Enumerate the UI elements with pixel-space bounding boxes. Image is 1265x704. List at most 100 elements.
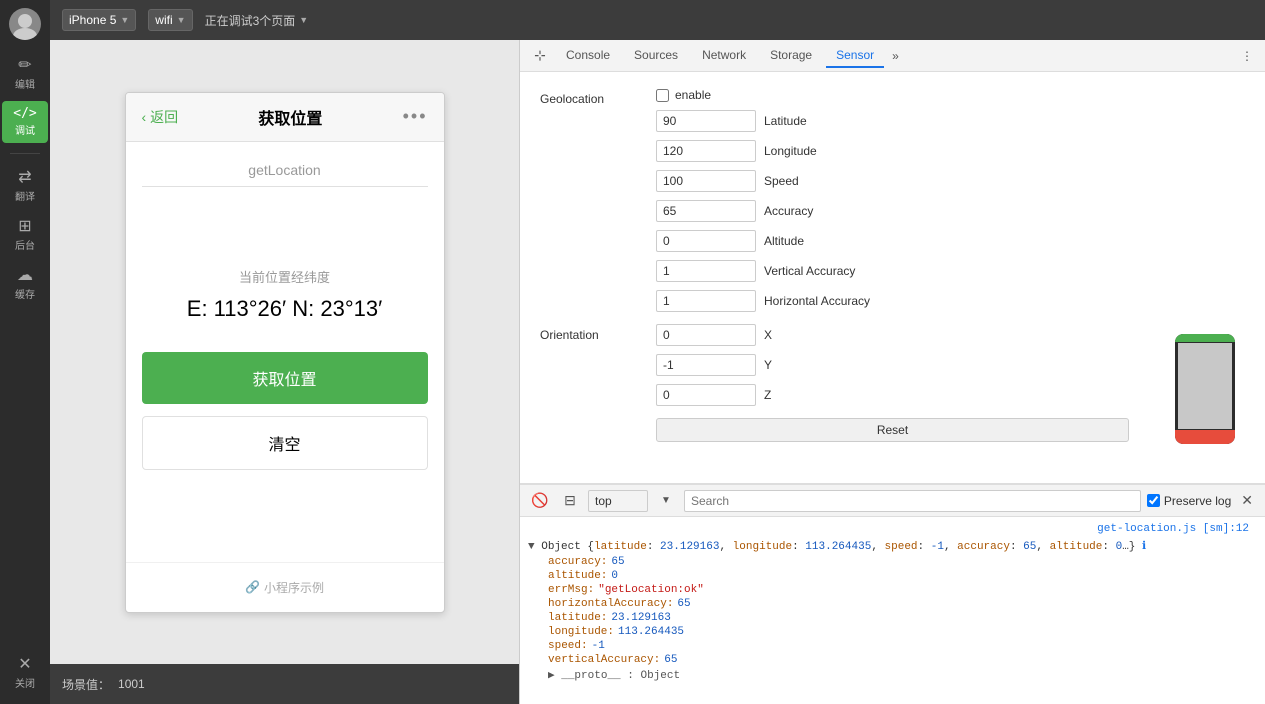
network-select[interactable]: wifi ▼	[148, 9, 192, 31]
console-clear-icon-button[interactable]: 🚫	[528, 489, 552, 513]
bottom-bar: 场景值： 1001	[50, 664, 519, 704]
longitude-input[interactable]	[656, 140, 756, 162]
y-input[interactable]	[656, 354, 756, 376]
accuracy-input[interactable]	[656, 200, 756, 222]
horizontal-accuracy-input[interactable]	[656, 290, 756, 312]
more-tabs-icon[interactable]: »	[888, 49, 903, 63]
devtools-settings-icon[interactable]: ⋮	[1237, 49, 1257, 63]
console-field-altitude: altitude: 0	[528, 569, 1257, 583]
preserve-log-checkbox[interactable]	[1147, 494, 1160, 507]
content-area: ‹ 返回 获取位置 ••• getLocation 当前位置经纬度 E: 113…	[50, 40, 1265, 704]
orientation-fields: X Y Z Reset	[656, 324, 1129, 442]
console-proto-row[interactable]: ▶ __proto__ : Object	[528, 667, 1257, 683]
object-expand-icon[interactable]: ▼	[528, 541, 535, 553]
reset-button[interactable]: Reset	[656, 418, 1129, 442]
latitude-row: Latitude	[656, 110, 1245, 132]
coords-label: 当前位置经纬度	[142, 267, 428, 286]
console-field-verticalAccuracy: verticalAccuracy: 65	[528, 653, 1257, 667]
z-row: Z	[656, 384, 1129, 406]
accuracy-unit: Accuracy	[764, 204, 813, 218]
device-select[interactable]: iPhone 5 ▼	[62, 9, 136, 31]
clear-button[interactable]: 清空	[142, 416, 428, 470]
phone-title: 获取位置	[258, 105, 322, 129]
phone-container: ‹ 返回 获取位置 ••• getLocation 当前位置经纬度 E: 113…	[50, 40, 519, 664]
orientation-label: Orientation	[540, 324, 640, 342]
topbar: iPhone 5 ▼ wifi ▼ 正在调试3个页面 ▼	[50, 0, 1265, 40]
phone-footer: 🔗 小程序示例	[126, 562, 444, 612]
console-close-button[interactable]: ✕	[1237, 492, 1257, 509]
sidebar-item-debug[interactable]: </> 调试	[2, 101, 48, 143]
tab-console[interactable]: Console	[556, 44, 620, 68]
phone-3d-top	[1175, 334, 1235, 342]
link-icon: 🔗	[245, 580, 260, 594]
sidebar-item-edit-label: 编辑	[15, 76, 35, 91]
enable-checkbox[interactable]	[656, 89, 669, 102]
speed-unit: Speed	[764, 174, 799, 188]
device-label: iPhone 5	[69, 13, 116, 27]
sidebar-item-translate-label: 翻译	[15, 188, 35, 203]
proto-value: : Object	[627, 670, 680, 682]
z-input[interactable]	[656, 384, 756, 406]
vertical-accuracy-input[interactable]	[656, 260, 756, 282]
sidebar-item-translate[interactable]: ⇄ 翻译	[2, 164, 48, 209]
phone-3d-model	[1175, 334, 1235, 444]
tab-sources[interactable]: Sources	[624, 44, 688, 68]
console-field-longitude: longitude: 113.264435	[528, 625, 1257, 639]
edit-icon: ✏	[18, 58, 31, 74]
geolocation-section: Geolocation enable Latitude Longitude	[540, 88, 1245, 312]
sidebar-item-edit[interactable]: ✏ 编辑	[2, 52, 48, 97]
phone-more-button[interactable]: •••	[403, 106, 428, 127]
tab-network[interactable]: Network	[692, 44, 756, 68]
console-topbar: 🚫 ⊟ top ▼ Preserve log ✕	[520, 485, 1265, 517]
proto-expand-icon: ▶	[548, 670, 555, 682]
sidebar-item-close[interactable]: ✕ 关闭	[2, 651, 48, 696]
inspect-icon-button[interactable]: ⊹	[528, 44, 552, 68]
phone-3d-bottom	[1175, 430, 1235, 444]
enable-checkbox-row: enable	[656, 88, 1245, 102]
console-search-input[interactable]	[684, 490, 1141, 512]
file-reference[interactable]: get-location.js [sm]:12	[528, 521, 1257, 537]
altitude-input[interactable]	[656, 230, 756, 252]
sidebar-item-backend[interactable]: ⊞ 后台	[2, 213, 48, 258]
phone-area: ‹ 返回 获取位置 ••• getLocation 当前位置经纬度 E: 113…	[50, 40, 520, 704]
x-unit: X	[764, 328, 772, 342]
vertical-accuracy-unit: Vertical Accuracy	[764, 264, 855, 278]
sidebar-item-close-label: 关闭	[15, 675, 35, 690]
coords-display: E: 113°26′ N: 23°13′	[142, 296, 428, 322]
top-filter-arrow[interactable]: ▼	[654, 489, 678, 513]
debug-status-label: 正在调试3个页面	[205, 12, 296, 29]
y-unit: Y	[764, 358, 772, 372]
cache-icon: ☁	[17, 268, 33, 284]
orientation-section: Orientation X Y Z	[540, 324, 1245, 454]
sidebar-item-cache-label: 缓存	[15, 286, 35, 301]
console-filter-icon-button[interactable]: ⊟	[558, 489, 582, 513]
speed-input[interactable]	[656, 170, 756, 192]
mini-program-example-link[interactable]: 🔗 小程序示例	[142, 579, 428, 596]
x-input[interactable]	[656, 324, 756, 346]
get-location-button[interactable]: 获取位置	[142, 352, 428, 404]
enable-label: enable	[675, 88, 711, 102]
latitude-unit: Latitude	[764, 114, 807, 128]
debug-status: 正在调试3个页面 ▼	[205, 12, 309, 29]
x-row: X	[656, 324, 1129, 346]
network-label: wifi	[155, 13, 172, 27]
altitude-unit: Altitude	[764, 234, 804, 248]
tab-sensor[interactable]: Sensor	[826, 44, 884, 68]
close-sidebar-icon: ✕	[18, 657, 31, 673]
accuracy-row: Accuracy	[656, 200, 1245, 222]
backend-icon: ⊞	[18, 219, 31, 235]
phone-back-label: 返回	[150, 107, 178, 127]
proto-label: __proto__	[561, 670, 620, 682]
console-field-latitude: latitude: 23.129163	[528, 611, 1257, 625]
console-info-icon: ℹ	[1142, 541, 1146, 553]
status-arrow-icon: ▼	[299, 15, 308, 25]
phone-3d-screen	[1178, 343, 1232, 429]
geolocation-label: Geolocation	[540, 88, 640, 312]
console-field-horizontalAccuracy: horizontalAccuracy: 65	[528, 597, 1257, 611]
network-arrow-icon: ▼	[177, 15, 186, 25]
tab-storage[interactable]: Storage	[760, 44, 822, 68]
latitude-input[interactable]	[656, 110, 756, 132]
console-object-line: ▼ Object {latitude: 23.129163, longitude…	[528, 537, 1257, 555]
sidebar-item-cache[interactable]: ☁ 缓存	[2, 262, 48, 307]
phone-back-button[interactable]: ‹ 返回	[142, 107, 179, 127]
